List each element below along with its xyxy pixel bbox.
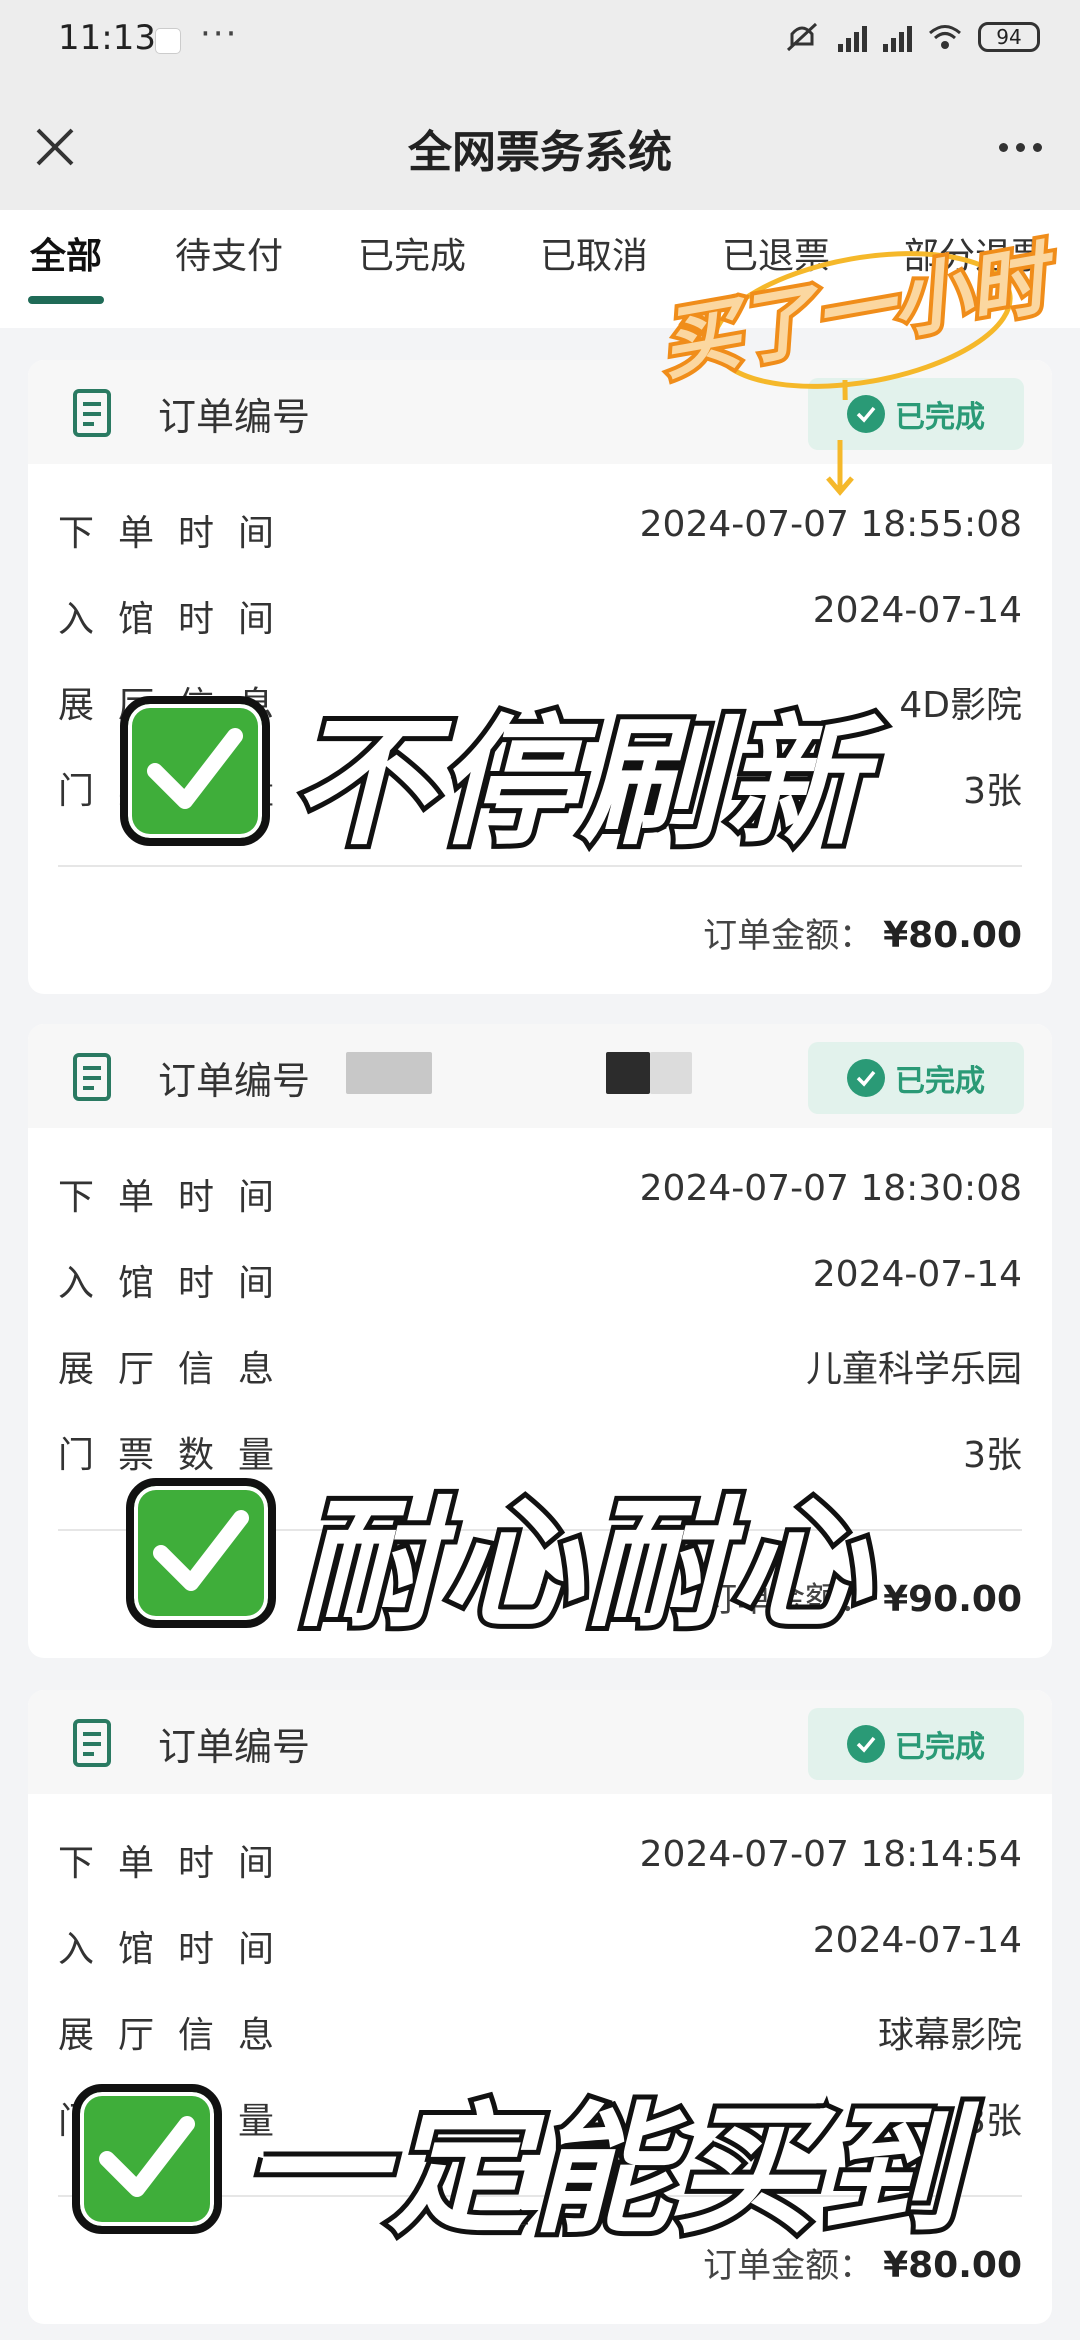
entry-time-row: 入馆时间 2024-07-14 <box>58 590 1022 650</box>
order-time-label: 下单时间 <box>58 1177 299 1218</box>
order-number-label: 订单编号 <box>158 1059 311 1103</box>
caption-overlay: 一定能买到 <box>72 2058 965 2260</box>
entry-time-value: 2024-07-14 <box>812 1920 1022 1961</box>
order-card-header: 订单编号 已完成 <box>28 1024 1052 1128</box>
order-card-header: 订单编号 已完成 <box>28 1690 1052 1794</box>
order-amount: 订单金额： ¥80.00 <box>703 908 1022 957</box>
checkmark-icon <box>72 2084 222 2234</box>
status-badge: 已完成 <box>808 1042 1024 1114</box>
arrow-down-icon <box>826 440 854 496</box>
caption-text: 一定能买到 <box>239 2085 965 2258</box>
redacted-order-number <box>650 1052 692 1094</box>
check-circle-icon <box>847 395 885 433</box>
status-time: 11:13 <box>58 18 156 58</box>
sticker-overlay: 买了一小时 <box>640 220 1080 400</box>
wifi-icon <box>929 25 961 49</box>
tab-pending-payment[interactable]: 待支付 <box>175 222 283 292</box>
hall-info-label: 展厅信息 <box>58 2015 299 2056</box>
document-icon <box>73 389 111 437</box>
page-title: 全网票务系统 <box>408 127 672 178</box>
tab-completed[interactable]: 已完成 <box>358 222 466 292</box>
document-icon <box>73 1053 111 1101</box>
entry-time-value: 2024-07-14 <box>812 1254 1022 1295</box>
checkmark-icon <box>126 1478 276 1628</box>
order-number-label: 订单编号 <box>158 1725 311 1769</box>
entry-time-label: 入馆时间 <box>58 599 299 640</box>
status-text: 已完成 <box>895 1730 985 1765</box>
entry-time-label: 入馆时间 <box>58 1263 299 1304</box>
hall-info-value: 4D影院 <box>899 685 1022 726</box>
amount-value: ¥90.00 <box>883 1579 1022 1620</box>
tickets-value: 3张 <box>963 2101 1022 2142</box>
order-number-label: 订单编号 <box>158 395 311 439</box>
order-time-row: 下单时间 2024-07-07 18:14:54 <box>58 1834 1022 1894</box>
entry-time-label: 入馆时间 <box>58 1929 299 1970</box>
order-time-row: 下单时间 2024-07-07 18:55:08 <box>58 504 1022 564</box>
status-bar: 11:13 ··· 94 <box>0 0 1080 80</box>
nav-bar: 全网票务系统 <box>0 80 1080 210</box>
tab-cancelled[interactable]: 已取消 <box>540 222 648 292</box>
more-notifications-icon: ··· <box>200 14 239 54</box>
order-time-row: 下单时间 2024-07-07 18:30:08 <box>58 1168 1022 1228</box>
hall-info-value: 球幕影院 <box>877 2015 1022 2056</box>
order-time-value: 2024-07-07 18:30:08 <box>639 1168 1022 1209</box>
check-circle-icon <box>847 1725 885 1763</box>
order-time-value: 2024-07-07 18:55:08 <box>639 504 1022 545</box>
status-icons: 94 <box>782 20 1040 54</box>
active-tab-indicator <box>28 296 104 304</box>
hall-info-row: 展厅信息 球幕影院 <box>58 2006 1022 2066</box>
caption-text: 不停刷新 <box>287 697 869 870</box>
order-time-label: 下单时间 <box>58 1843 299 1884</box>
amount-label: 订单金额： <box>703 916 874 956</box>
hall-info-row: 展厅信息 儿童科学乐园 <box>58 1340 1022 1400</box>
hall-info-label: 展厅信息 <box>58 1349 299 1390</box>
amount-value: ¥80.00 <box>883 915 1022 956</box>
caption-overlay: 不停刷新 <box>120 670 869 872</box>
tickets-value: 3张 <box>963 771 1022 812</box>
status-badge: 已完成 <box>808 1708 1024 1780</box>
mute-icon <box>786 22 818 52</box>
redacted-order-number <box>606 1052 650 1094</box>
document-icon <box>73 1719 111 1767</box>
tab-all[interactable]: 全部 <box>30 222 102 292</box>
battery-icon: 94 <box>978 22 1040 52</box>
entry-time-value: 2024-07-14 <box>812 590 1022 631</box>
order-time-label: 下单时间 <box>58 513 299 554</box>
redacted-order-number <box>346 1052 432 1094</box>
hall-info-value: 儿童科学乐园 <box>805 1349 1022 1390</box>
more-icon[interactable] <box>990 122 1050 172</box>
caption-overlay: 耐心耐心 <box>126 1452 875 1654</box>
app-notification-icon <box>155 28 181 54</box>
entry-time-row: 入馆时间 2024-07-14 <box>58 1254 1022 1314</box>
status-text: 已完成 <box>895 1064 985 1099</box>
order-time-value: 2024-07-07 18:14:54 <box>639 1834 1022 1875</box>
tickets-value: 3张 <box>963 1435 1022 1476</box>
checkmark-icon <box>120 696 270 846</box>
entry-time-row: 入馆时间 2024-07-14 <box>58 1920 1022 1980</box>
check-circle-icon <box>847 1059 885 1097</box>
signal-icon-2 <box>883 22 912 52</box>
caption-text: 耐心耐心 <box>293 1479 875 1652</box>
signal-icon-1 <box>838 22 867 52</box>
